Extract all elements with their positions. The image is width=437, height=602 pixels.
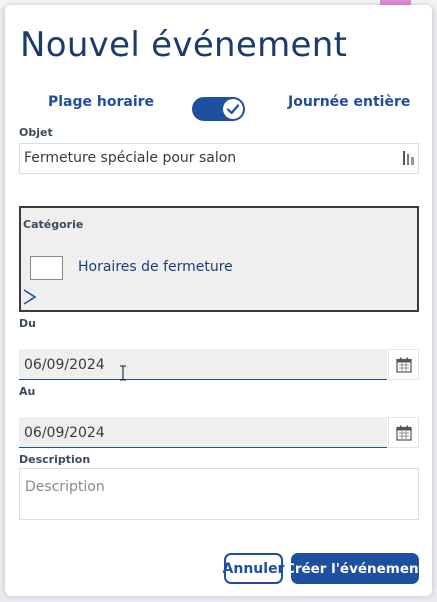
description-label: Description (19, 453, 91, 466)
category-option-label[interactable]: Horaires de fermeture (78, 259, 233, 275)
check-icon (226, 104, 240, 115)
du-value: 06/09/2024 (24, 357, 105, 373)
du-calendar-button[interactable] (388, 349, 419, 380)
toggle-knob (223, 99, 243, 119)
new-event-dialog: Nouvel événement Plage horaire Journée e… (5, 5, 432, 596)
calendar-icon (396, 425, 412, 441)
category-checkbox[interactable] (30, 256, 63, 280)
calendar-icon (396, 357, 412, 373)
category-section: Catégorie Horaires de fermeture (19, 206, 419, 312)
au-calendar-button[interactable] (388, 417, 419, 448)
objet-label: Objet (19, 126, 53, 139)
cancel-button[interactable]: Annuler (223, 553, 284, 584)
du-label: Du (19, 317, 36, 330)
dialog-title: Nouvel événement (20, 25, 348, 65)
au-label: Au (19, 385, 36, 398)
objet-field[interactable]: Fermeture spéciale pour salon (19, 143, 419, 174)
description-placeholder: Description (25, 479, 105, 495)
au-value: 06/09/2024 (24, 425, 105, 441)
autofill-icon[interactable] (403, 151, 415, 165)
du-date-input[interactable]: 06/09/2024 (19, 349, 387, 380)
all-day-toggle[interactable] (192, 97, 245, 121)
time-range-option[interactable]: Plage horaire (48, 94, 154, 110)
create-event-button[interactable]: Créer l'événement (285, 553, 425, 584)
all-day-option[interactable]: Journée entière (288, 94, 410, 110)
objet-value: Fermeture spéciale pour salon (24, 150, 237, 166)
chevron-right-icon[interactable] (22, 288, 38, 306)
au-date-input[interactable]: 06/09/2024 (19, 417, 387, 448)
text-cursor-icon (120, 365, 126, 381)
description-textarea[interactable]: Description (19, 468, 419, 520)
category-label: Catégorie (23, 218, 84, 231)
